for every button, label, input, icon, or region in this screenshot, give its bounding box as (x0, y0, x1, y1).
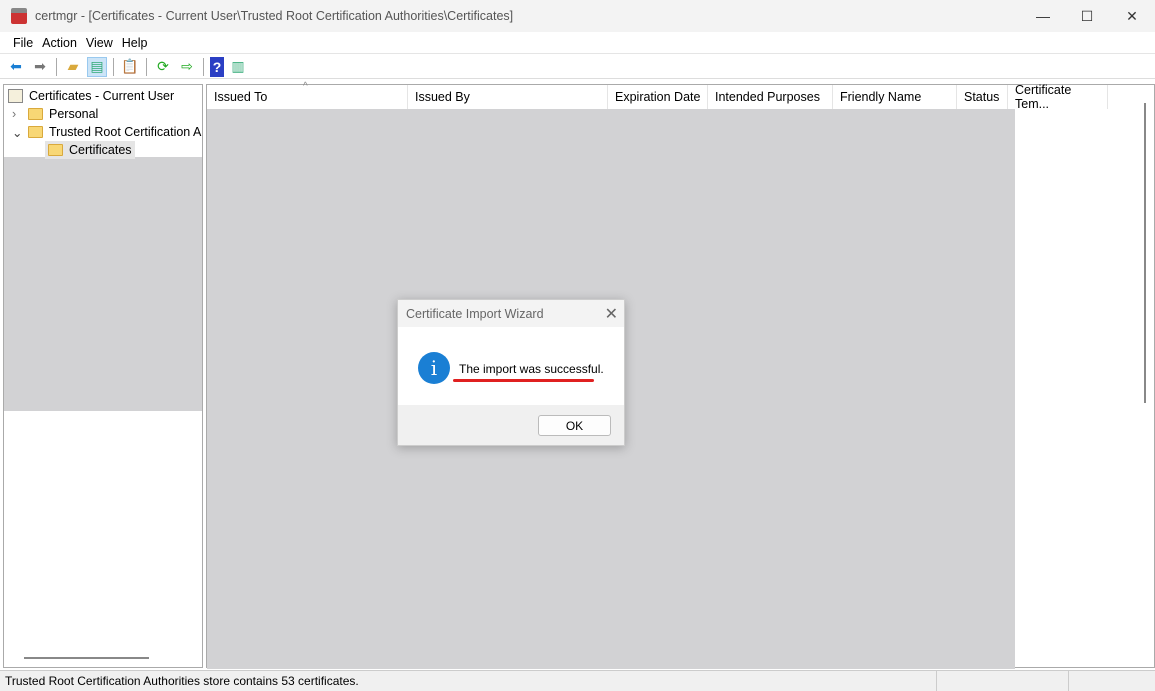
chevron-right-icon[interactable]: › (12, 107, 28, 121)
toolbar: ⬅ ➡ ▰ ▤ 📋 ⟳ ⇨ ? ▥ (0, 55, 1155, 79)
column-label: Certificate Tem... (1015, 83, 1072, 111)
menu-action[interactable]: Action (42, 36, 86, 50)
certmgr-app-icon (11, 8, 27, 24)
console-tree: Certificates - Current User › Personal ⌄… (3, 84, 203, 668)
tree-root[interactable]: Certificates - Current User (8, 87, 174, 105)
column-status[interactable]: Status (957, 85, 1008, 109)
tree-item-label: Personal (49, 107, 99, 121)
certificate-list: Issued To ^ Issued By Expiration Date Int… (206, 81, 1155, 669)
red-underline-annotation (453, 379, 594, 382)
status-text: Trusted Root Certification Authorities s… (5, 674, 359, 688)
column-friendly-name[interactable]: Friendly Name (833, 85, 957, 109)
status-divider (1068, 671, 1069, 691)
column-label: Expiration Date (615, 90, 701, 104)
forward-icon[interactable]: ➡ (30, 57, 50, 77)
folder-icon (28, 126, 43, 138)
menu-file[interactable]: File (0, 36, 42, 50)
tree-item-label: Certificates (69, 143, 132, 157)
ok-button[interactable]: OK (538, 415, 611, 436)
menu-help[interactable]: Help (122, 36, 157, 50)
toolbar-divider (146, 57, 147, 76)
chevron-down-icon[interactable]: ⌄ (12, 125, 28, 140)
window-title: certmgr - [Certificates - Current User\T… (35, 9, 514, 23)
back-icon[interactable]: ⬅ (6, 57, 26, 77)
status-bar: Trusted Root Certification Authorities s… (0, 670, 1155, 691)
minimize-button[interactable]: — (1020, 0, 1066, 32)
title-bar: certmgr - [Certificates - Current User\T… (0, 0, 1155, 32)
tree-root-label: Certificates - Current User (29, 89, 175, 103)
tree-item-trusted-root[interactable]: ⌄ Trusted Root Certification Authorities (12, 123, 202, 141)
action-pane-icon[interactable]: ▥ (228, 57, 248, 77)
refresh-icon[interactable]: ⟳ (153, 57, 173, 77)
maximize-button[interactable]: ☐ (1064, 0, 1110, 32)
toolbar-divider (56, 57, 57, 76)
certificate-store-icon (8, 89, 23, 103)
folder-icon (48, 144, 63, 156)
column-label: Issued By (415, 90, 470, 104)
dialog-footer: OK (398, 405, 624, 445)
help-icon[interactable]: ? (210, 56, 224, 77)
import-wizard-dialog: Certificate Import Wizard ✕ i The import… (397, 299, 625, 446)
toolbar-divider (203, 57, 204, 76)
column-label: Friendly Name (840, 90, 922, 104)
close-button[interactable]: ✕ (1109, 0, 1155, 32)
show-hide-tree-icon[interactable]: ▤ (87, 56, 107, 77)
column-label: Issued To (214, 90, 268, 104)
info-icon: i (418, 352, 450, 384)
column-expiration-date[interactable]: Expiration Date (608, 85, 708, 109)
column-issued-by[interactable]: Issued By (408, 85, 608, 109)
vertical-scrollbar[interactable] (1144, 103, 1146, 403)
properties-icon[interactable]: 📋 (120, 57, 140, 77)
dialog-message: The import was successful. (459, 362, 604, 376)
column-label: Intended Purposes (715, 90, 820, 104)
dialog-title: Certificate Import Wizard (398, 300, 624, 327)
toolbar-divider (113, 57, 114, 76)
horizontal-scrollbar[interactable] (24, 657, 149, 659)
column-label: Status (964, 90, 1000, 104)
export-list-icon[interactable]: ⇨ (177, 57, 197, 77)
dialog-close-icon[interactable]: ✕ (605, 304, 618, 324)
column-certificate-template[interactable]: Certificate Tem... (1008, 83, 1108, 111)
status-divider (936, 671, 937, 691)
sort-ascending-icon: ^ (303, 81, 308, 92)
menu-view[interactable]: View (86, 36, 122, 50)
up-folder-icon[interactable]: ▰ (63, 57, 83, 77)
menu-bar: File Action View Help (0, 32, 1155, 54)
tree-item-certificates[interactable]: Certificates (45, 141, 135, 159)
column-issued-to[interactable]: Issued To ^ (207, 81, 408, 109)
column-intended-purposes[interactable]: Intended Purposes (708, 85, 833, 109)
folder-icon (28, 108, 43, 120)
tree-item-label: Trusted Root Certification Authorities (49, 125, 202, 139)
tree-item-personal[interactable]: › Personal (12, 105, 98, 123)
redacted-area (4, 157, 202, 411)
